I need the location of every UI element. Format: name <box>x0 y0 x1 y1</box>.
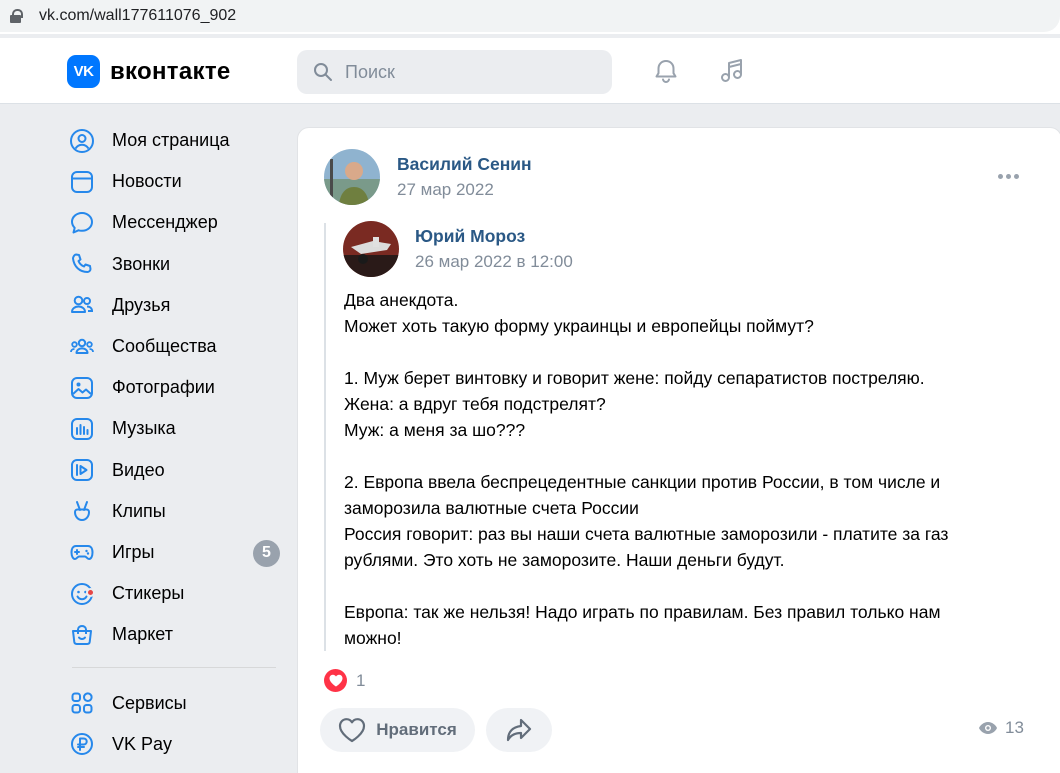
vkpay-icon <box>68 730 96 758</box>
sidebar-item-label: Видео <box>112 459 165 480</box>
sidebar-item-label: Звонки <box>112 253 171 274</box>
sidebar-item-services[interactable]: Сервисы <box>68 682 280 723</box>
music-icon <box>68 415 96 443</box>
heart-outline-icon <box>339 718 366 743</box>
music-note-icon[interactable] <box>716 55 748 87</box>
sidebar-item-label: Новости <box>112 171 182 192</box>
sidebar-item-my-page[interactable]: Моя страница <box>68 120 280 161</box>
sidebar-item-label: Клипы <box>112 500 166 521</box>
sidebar-item-label: VK Pay <box>112 733 173 754</box>
user-circle-icon <box>68 127 96 155</box>
top-header: VK вконтакте Поиск <box>0 38 1060 104</box>
message-icon <box>68 209 96 237</box>
sidebar-item-clips[interactable]: Клипы <box>68 491 280 532</box>
video-icon <box>68 456 96 484</box>
sidebar-item-label: Моя страница <box>112 130 230 151</box>
sidebar-item-label: Музыка <box>112 418 176 439</box>
reactions-summary[interactable]: 1 <box>324 669 365 692</box>
sidebar-item-stickers[interactable]: Стикеры <box>68 573 280 614</box>
sidebar-item-video[interactable]: Видео <box>68 450 280 491</box>
repost-divider <box>324 223 326 651</box>
more-options-icon[interactable] <box>998 174 1019 179</box>
vk-logo[interactable]: VK вконтакте <box>67 55 231 88</box>
sidebar-item-games[interactable]: Игры 5 <box>68 532 280 573</box>
new-stickers-dot <box>86 587 95 597</box>
sidebar-item-messenger[interactable]: Мессенджер <box>68 202 280 243</box>
phone-icon <box>68 250 96 278</box>
url-field[interactable]: vk.com/wall177611076_902 <box>0 0 1060 32</box>
views-counter: 13 <box>978 718 1024 738</box>
search-icon <box>314 63 332 81</box>
vk-logo-text: вконтакте <box>110 57 231 85</box>
author-avatar[interactable] <box>324 149 380 205</box>
more-dot <box>1006 174 1011 179</box>
services-icon <box>68 689 96 717</box>
gamepad-icon <box>68 538 96 566</box>
eye-icon <box>979 722 997 734</box>
more-dot <box>998 174 1003 179</box>
sidebar-item-label: Игры <box>112 541 155 562</box>
sidebar-item-label: Сообщества <box>112 336 217 357</box>
friends-icon <box>68 291 96 319</box>
sticker-icon <box>68 580 96 608</box>
like-button-label: Нравится <box>376 720 457 739</box>
repost-author-name[interactable]: Юрий Мороз <box>415 226 525 247</box>
sidebar-item-calls[interactable]: Звонки <box>68 244 280 285</box>
communities-icon <box>68 333 96 361</box>
notifications-bell-icon[interactable] <box>650 55 682 87</box>
newsfeed-icon <box>68 168 96 196</box>
repost-author-avatar[interactable] <box>343 221 399 277</box>
sidebar-item-label: Сервисы <box>112 692 187 713</box>
clips-icon <box>68 497 96 525</box>
lock-icon[interactable] <box>10 9 23 23</box>
left-sidebar: Моя страница Новости Мессенджер Звонки Д… <box>68 120 280 765</box>
repost-date[interactable]: 26 мар 2022 в 12:00 <box>415 252 573 272</box>
share-button[interactable] <box>486 708 552 752</box>
market-icon <box>68 621 96 649</box>
sidebar-item-market[interactable]: Маркет <box>68 614 280 655</box>
sidebar-item-friends[interactable]: Друзья <box>68 285 280 326</box>
sidebar-item-label: Стикеры <box>112 583 185 604</box>
vk-logo-icon: VK <box>67 55 100 88</box>
search-input[interactable]: Поиск <box>297 50 612 94</box>
sidebar-item-photos[interactable]: Фотографии <box>68 367 280 408</box>
browser-address-bar: vk.com/wall177611076_902 <box>0 0 1060 34</box>
sidebar-item-label: Маркет <box>112 624 173 645</box>
url-text[interactable]: vk.com/wall177611076_902 <box>39 7 236 25</box>
sidebar-divider <box>72 667 276 669</box>
search-placeholder: Поиск <box>345 61 395 82</box>
sidebar-item-music[interactable]: Музыка <box>68 408 280 449</box>
post-text: Два анекдота. Может хоть такую форму укр… <box>344 290 949 648</box>
photo-icon <box>68 374 96 402</box>
wall-post: Василий Сенин 27 мар 2022 Юрий Мороз 26 … <box>297 127 1060 773</box>
post-date[interactable]: 27 мар 2022 <box>397 180 494 200</box>
views-count: 13 <box>1005 718 1024 737</box>
sidebar-item-communities[interactable]: Сообщества <box>68 326 280 367</box>
sidebar-item-news[interactable]: Новости <box>68 161 280 202</box>
post-author-name[interactable]: Василий Сенин <box>397 154 532 175</box>
sidebar-item-label: Фотографии <box>112 377 215 398</box>
share-arrow-icon <box>506 718 532 742</box>
sidebar-item-vk-pay[interactable]: VK Pay <box>68 724 280 765</box>
like-button[interactable]: Нравится <box>320 708 475 752</box>
games-count-badge: 5 <box>253 539 280 567</box>
likes-count: 1 <box>356 670 366 690</box>
more-dot <box>1014 174 1019 179</box>
sidebar-item-label: Мессенджер <box>112 212 218 233</box>
heart-reaction-icon <box>324 669 347 692</box>
sidebar-item-label: Друзья <box>112 294 171 315</box>
